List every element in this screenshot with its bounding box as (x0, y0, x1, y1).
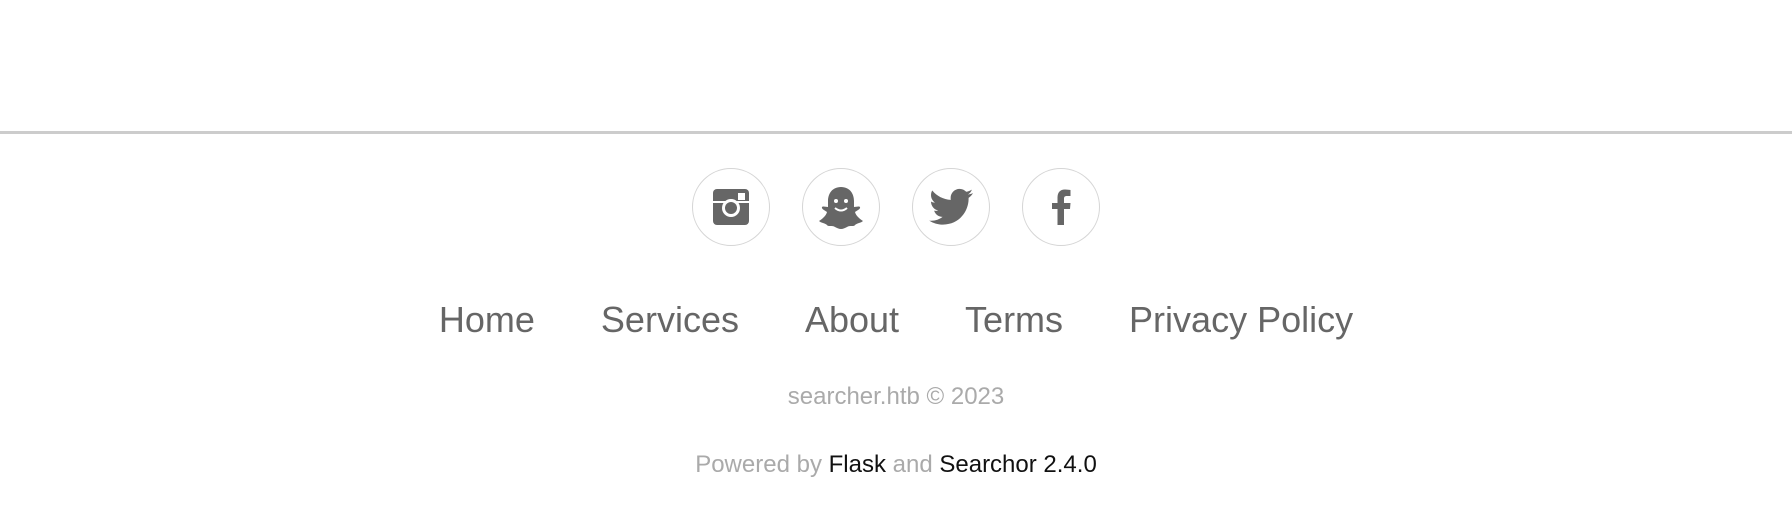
page-top-space (0, 0, 1792, 131)
facebook-icon (1051, 189, 1071, 225)
powered-by-and: and (892, 451, 933, 478)
footer-nav: Home Services About Terms Privacy Policy (0, 298, 1792, 342)
instagram-icon (713, 189, 749, 225)
footer-divider (0, 131, 1792, 134)
facebook-link[interactable] (1022, 168, 1100, 246)
snapchat-icon (818, 185, 864, 229)
footer: Home Services About Terms Privacy Policy… (0, 168, 1792, 480)
footer-link-about[interactable]: About (805, 298, 899, 342)
footer-link-home[interactable]: Home (439, 298, 535, 342)
social-links (0, 168, 1792, 246)
snapchat-link[interactable] (802, 168, 880, 246)
flask-link[interactable]: Flask (829, 451, 886, 478)
powered-by-prefix: Powered by (695, 451, 822, 478)
copyright-text: searcher.htb © 2023 (787, 383, 1005, 410)
footer-link-services[interactable]: Services (601, 298, 739, 342)
footer-link-privacy-policy[interactable]: Privacy Policy (1129, 298, 1353, 342)
twitter-icon (929, 188, 973, 226)
twitter-link[interactable] (912, 168, 990, 246)
searchor-link[interactable]: Searchor 2.4.0 (939, 451, 1096, 478)
instagram-link[interactable] (692, 168, 770, 246)
footer-link-terms[interactable]: Terms (965, 298, 1063, 342)
powered-by-line: Powered by Flask and Searchor 2.4.0 (0, 450, 1792, 480)
